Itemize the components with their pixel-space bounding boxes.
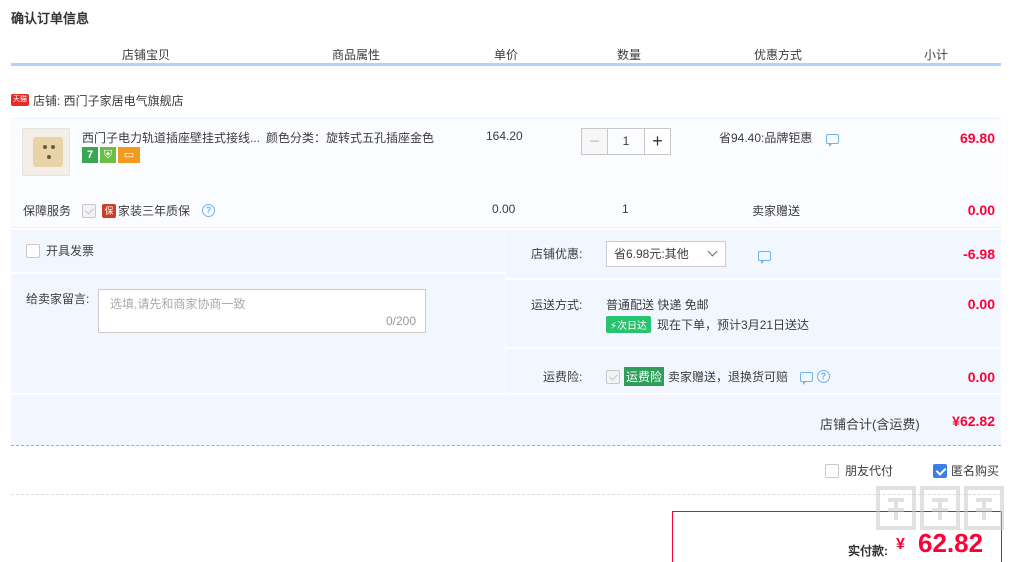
- shipping-method: 普通配送 快递 免邮: [606, 298, 709, 312]
- col-discount: 优惠方式: [753, 48, 802, 62]
- divider: [11, 494, 1001, 495]
- watermark-logo: [876, 486, 1004, 530]
- decrease-button[interactable]: −: [581, 128, 608, 155]
- divider: [11, 272, 505, 274]
- next-day-badge: ⚡次日达: [606, 316, 652, 333]
- credit-card-icon: ▭: [118, 147, 140, 163]
- service-checkbox[interactable]: [82, 203, 96, 218]
- service-qty: 1: [622, 202, 629, 216]
- shop-total-label: 店铺合计(含运费): [820, 417, 920, 432]
- coupon-label: 店铺优惠:: [531, 247, 583, 261]
- help-icon[interactable]: ?: [202, 204, 216, 217]
- panel-divider: [505, 230, 506, 394]
- quantity-stepper: − 1 +: [581, 128, 671, 155]
- insurance-label: 运费险:: [543, 370, 583, 384]
- coupon-selected: 省6.98元:其他: [614, 247, 689, 261]
- divider: [506, 278, 1001, 280]
- shipping-value: 0.00: [967, 296, 995, 312]
- col-unit-price: 单价: [493, 48, 518, 62]
- invoice-label: 开具发票: [46, 244, 95, 258]
- page-title: 确认订单信息: [11, 11, 90, 26]
- help-icon[interactable]: ?: [817, 370, 831, 383]
- col-quantity: 数量: [616, 48, 641, 62]
- insurance-value: 0.00: [967, 369, 995, 385]
- product-thumbnail[interactable]: [22, 128, 70, 176]
- anonymous-option[interactable]: 匿名购买: [933, 462, 999, 479]
- increase-button[interactable]: +: [644, 128, 671, 155]
- anonymous-label: 匿名购买: [951, 464, 1000, 478]
- chat-icon[interactable]: [800, 371, 814, 385]
- col-shop-item: 店铺宝贝: [121, 48, 170, 62]
- anonymous-checkbox[interactable]: [933, 463, 947, 478]
- invoice-option[interactable]: 开具发票: [26, 242, 94, 259]
- product-tags: 7 ⛨ ▭: [82, 147, 140, 163]
- insurance-tag: 运费险: [624, 367, 665, 386]
- shop-row: 天猫 店铺: 西门子家居电气旗舰店: [11, 92, 184, 108]
- guarantee-icon: ⛨: [100, 147, 116, 163]
- shop-total-value: ¥62.82: [952, 413, 995, 429]
- col-subtotal: 小计: [923, 48, 948, 62]
- quantity-input[interactable]: 1: [608, 128, 644, 155]
- shipping-label: 运送方式:: [531, 298, 583, 312]
- service-price: 0.00: [492, 202, 516, 216]
- chevron-down-icon: [707, 246, 718, 257]
- col-attribute: 商品属性: [331, 48, 380, 62]
- next-day-label: 次日达: [617, 321, 648, 332]
- shop-name[interactable]: 店铺: 西门子家居电气旗舰店: [33, 92, 184, 109]
- insurance-text: 卖家赠送，退换货可赔: [668, 370, 789, 384]
- divider: [506, 347, 1001, 349]
- chat-icon[interactable]: [758, 250, 772, 264]
- service-item: 保 家装三年质保 ?: [102, 202, 216, 219]
- discount-info: 省94.40:品牌钜惠: [719, 129, 839, 147]
- table-header: 店铺宝贝 商品属性 单价 数量 优惠方式 小计: [11, 44, 1001, 66]
- insurance-row: 运费险 卖家赠送，退换货可赔 ?: [606, 367, 831, 386]
- discount-text: 省94.40:品牌钜惠: [719, 131, 813, 145]
- coupon-value: -6.98: [963, 246, 995, 262]
- message-placeholder: 选填,请先和商家协商一致: [110, 297, 246, 311]
- product-attribute: 颜色分类：旋转式五孔插座金色: [266, 131, 435, 145]
- message-char-count: 0/200: [385, 314, 416, 328]
- friend-pay-option[interactable]: 朋友代付: [825, 462, 893, 479]
- message-textarea[interactable]: 选填,请先和商家协商一致 0/200: [98, 289, 426, 333]
- message-label: 给卖家留言:: [26, 292, 90, 306]
- tmall-icon: 天猫: [11, 94, 29, 106]
- insurance-checkbox[interactable]: [606, 369, 620, 384]
- eta-text: 现在下单，预计3月21日送达: [657, 318, 810, 332]
- product-name-link[interactable]: 西门子电力轨道插座壁挂式接线...: [82, 129, 262, 146]
- chat-icon[interactable]: [825, 133, 839, 147]
- service-name: 家装三年质保: [118, 204, 191, 218]
- invoice-checkbox[interactable]: [26, 243, 40, 258]
- shipping-eta: ⚡次日达 现在下单，预计3月21日送达: [606, 316, 809, 333]
- item-subtotal: 69.80: [959, 130, 995, 146]
- service-subtotal: 0.00: [967, 202, 995, 218]
- unit-price: 164.20: [486, 129, 523, 143]
- service-gift: 卖家赠送: [752, 204, 801, 218]
- service-label: 保障服务: [23, 204, 72, 218]
- friend-pay-checkbox[interactable]: [825, 463, 839, 478]
- friend-pay-label: 朋友代付: [845, 464, 894, 478]
- coupon-select[interactable]: 省6.98元:其他: [606, 241, 726, 267]
- divider: [11, 393, 1001, 395]
- seven-day-return-icon: 7: [82, 147, 98, 163]
- warranty-icon: 保: [102, 203, 116, 218]
